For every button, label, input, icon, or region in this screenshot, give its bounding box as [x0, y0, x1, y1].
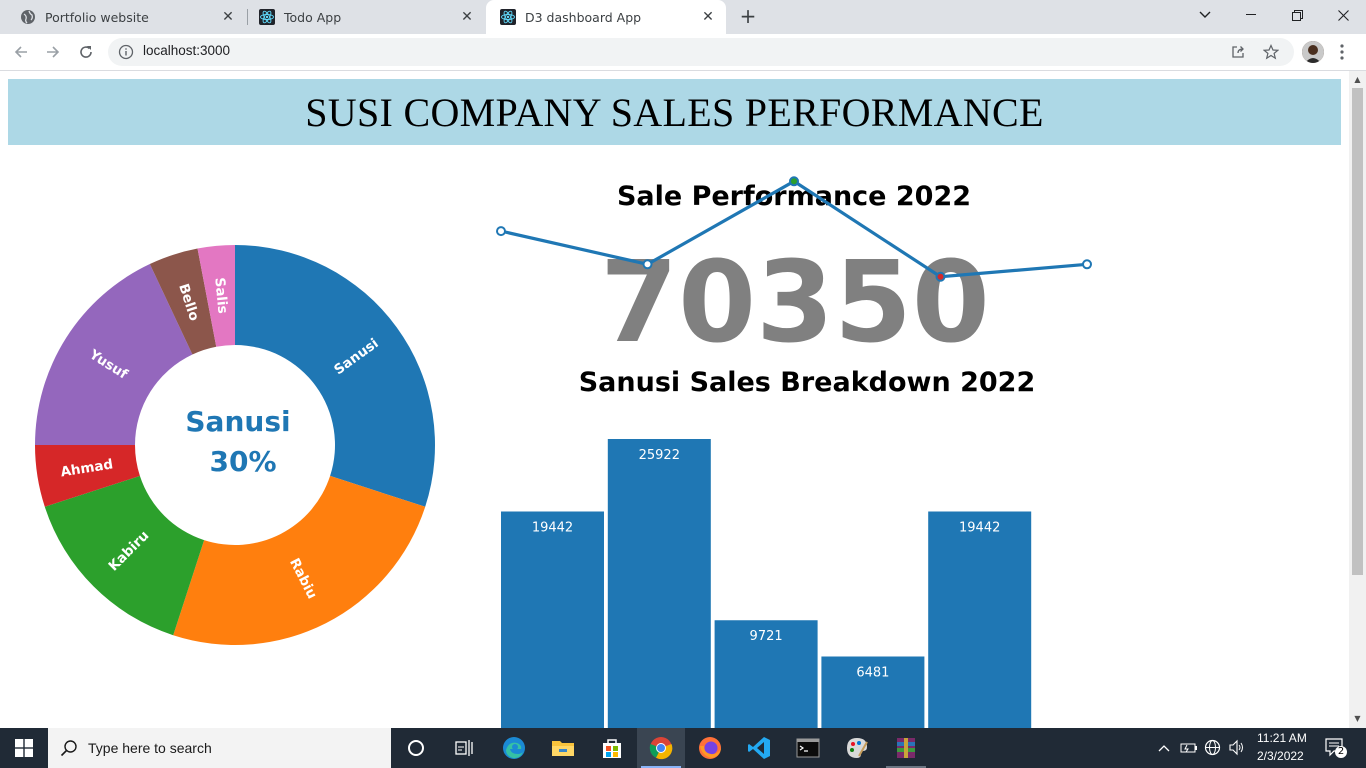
task-view-icon[interactable]	[440, 728, 488, 768]
bar-value-label: 19442	[959, 520, 1000, 535]
url-text: localhost:3000	[143, 43, 231, 58]
network-globe-icon[interactable]	[1204, 739, 1221, 760]
browser-tab-strip: Portfolio website ✕ Todo App ✕ D3 dashbo…	[0, 0, 1366, 34]
react-icon	[259, 9, 275, 25]
edge-browser-icon[interactable]	[490, 728, 538, 768]
sales-breakdown-bar-chart: Sanusi Sales Breakdown 2022 19442 25922 97…	[501, 367, 1036, 728]
browser-menu-icon[interactable]	[1334, 42, 1350, 62]
search-icon	[60, 739, 78, 757]
browser-toolbar: localhost:3000	[0, 34, 1366, 71]
close-tab-icon[interactable]: ✕	[700, 9, 716, 25]
paint-icon[interactable]	[833, 728, 881, 768]
vscode-icon[interactable]	[735, 728, 783, 768]
chrome-icon[interactable]	[637, 728, 685, 768]
bar-value-label: 19442	[532, 520, 573, 535]
battery-icon[interactable]	[1180, 740, 1198, 759]
notifications-icon[interactable]: 2	[1324, 737, 1347, 759]
bar-rect[interactable]	[928, 511, 1032, 728]
donut-center-name: Sanusi	[185, 405, 290, 438]
microsoft-store-icon[interactable]	[588, 728, 636, 768]
reload-icon[interactable]	[74, 40, 98, 64]
bar-value-label: 6481	[856, 665, 889, 680]
address-bar[interactable]: localhost:3000	[108, 38, 1294, 66]
clock-time[interactable]: 11:21 AM	[1257, 731, 1307, 745]
tab-d3-dashboard-app[interactable]: D3 dashboard App ✕	[486, 0, 726, 34]
profile-avatar[interactable]	[1302, 41, 1324, 63]
line-data-point[interactable]	[642, 259, 653, 270]
page-viewport: SUSI COMPANY SALES PERFORMANCE Sanusi Rab…	[0, 71, 1349, 728]
tab-title: Portfolio website	[45, 9, 149, 25]
tab-portfolio-website[interactable]: Portfolio website ✕	[0, 0, 246, 34]
page-scrollbar[interactable]: ▲ ▼	[1349, 71, 1366, 728]
bar-value-label: 25922	[639, 448, 680, 463]
minimize-icon[interactable]	[1228, 0, 1274, 30]
windows-start-icon[interactable]	[0, 728, 48, 768]
donut-chart: SanusiRabiuKabiruAhmadYusufBello Salis Sa…	[35, 245, 435, 645]
page-title: SUSI COMPANY SALES PERFORMANCE	[305, 89, 1044, 135]
clock-date[interactable]: 2/3/2022	[1257, 749, 1304, 763]
scrollbar-thumb[interactable]	[1352, 88, 1363, 575]
tab-title: D3 dashboard App	[525, 9, 642, 25]
terminal-icon[interactable]	[784, 728, 832, 768]
firefox-icon[interactable]	[686, 728, 734, 768]
bar-rect[interactable]	[501, 511, 604, 728]
bookmark-star-icon[interactable]	[1263, 44, 1279, 60]
donut-slice-label: Salis	[211, 277, 230, 314]
forward-arrow-icon[interactable]	[41, 40, 65, 64]
donut-center-percent: 30%	[209, 445, 276, 478]
line-data-point[interactable]	[496, 226, 506, 237]
new-tab-button[interactable]: +	[736, 5, 760, 29]
share-icon[interactable]	[1230, 44, 1246, 60]
file-explorer-icon[interactable]	[539, 728, 587, 768]
scroll-up-arrow-icon[interactable]: ▲	[1353, 75, 1362, 84]
tab-todo-app[interactable]: Todo App ✕	[239, 0, 485, 34]
tab-title: Todo App	[284, 9, 342, 25]
restore-icon[interactable]	[1274, 0, 1320, 30]
tab-search-chevron-down-icon[interactable]	[1182, 0, 1228, 30]
bar-value-label: 9721	[750, 629, 783, 644]
sale-performance-chart: Sale Performance 2022 70350	[496, 176, 1092, 351]
volume-icon[interactable]	[1228, 739, 1245, 760]
line-data-point[interactable]	[1082, 259, 1092, 270]
close-tab-icon[interactable]: ✕	[220, 9, 236, 25]
windows-taskbar: Type here to search 11:21 AM 2/3/2022 2	[0, 728, 1366, 768]
close-tab-icon[interactable]: ✕	[459, 9, 475, 25]
taskbar-search-box[interactable]: Type here to search	[48, 728, 391, 768]
react-icon	[500, 9, 516, 25]
line-data-point[interactable]	[935, 271, 946, 282]
show-hidden-icons-chevron-up-icon[interactable]	[1158, 740, 1170, 759]
search-placeholder: Type here to search	[88, 740, 212, 756]
total-sales-number: 70350	[600, 238, 990, 351]
bar-rect[interactable]	[607, 439, 711, 728]
scroll-down-arrow-icon[interactable]: ▼	[1353, 714, 1362, 723]
globe-icon	[20, 9, 36, 25]
cortana-icon[interactable]	[392, 728, 440, 768]
close-window-icon[interactable]	[1320, 0, 1366, 30]
system-tray: 11:21 AM 2/3/2022 2	[1150, 728, 1366, 768]
winrar-icon[interactable]	[882, 728, 930, 768]
line-data-point[interactable]	[789, 176, 799, 187]
site-info-icon[interactable]	[118, 44, 134, 60]
bar-chart-title: Sanusi Sales Breakdown 2022	[579, 367, 1036, 398]
notification-count: 2	[1337, 746, 1345, 757]
header-banner: SUSI COMPANY SALES PERFORMANCE	[8, 79, 1341, 145]
back-arrow-icon[interactable]	[9, 40, 33, 64]
